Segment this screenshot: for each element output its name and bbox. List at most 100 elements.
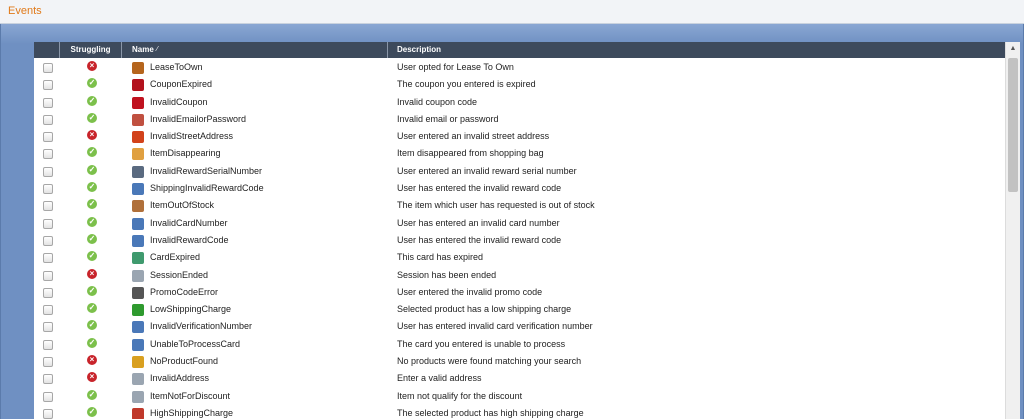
table-row[interactable]: ✓ CardExpired This card has expired	[34, 249, 1005, 266]
check-circle-icon: ✓	[87, 406, 97, 417]
table-row[interactable]: × LeaseToOwn User opted for Lease To Own	[34, 59, 1005, 76]
event-name[interactable]: LowShippingCharge	[150, 304, 231, 314]
check-circle-icon: ✓	[87, 233, 97, 244]
row-checkbox[interactable]	[43, 253, 53, 264]
table-row[interactable]: ✓ UnableToProcessCard The card you entered…	[34, 336, 1005, 353]
table-row[interactable]: ✓ InvalidRewardCode User has entered the i…	[34, 232, 1005, 249]
event-description: User has entered the invalid reward code	[397, 183, 562, 194]
row-checkbox[interactable]	[43, 63, 53, 73]
event-description: User has entered an invalid card number	[397, 217, 560, 228]
table-row[interactable]: × SessionEnded Session has been ended	[34, 267, 1005, 284]
grid-box-icon	[132, 148, 144, 161]
error-circle-icon: ×	[87, 268, 97, 279]
row-checkbox[interactable]	[43, 374, 53, 385]
event-description: The selected product has high shipping c…	[397, 407, 584, 418]
row-checkbox[interactable]	[43, 287, 53, 298]
event-name[interactable]: InvalidCardNumber	[150, 218, 228, 228]
name-column-header[interactable]: Name ⁄	[122, 42, 388, 58]
table-row[interactable]: ✓ ItemDisappearing Item disappeared from s…	[34, 145, 1005, 162]
row-checkbox[interactable]	[43, 149, 53, 160]
reward-error-icon	[132, 234, 144, 247]
events-grid: Struggling Name ⁄ Description × LeaseToOwn…	[34, 42, 1020, 419]
event-name[interactable]: SessionEnded	[150, 270, 208, 280]
row-checkbox[interactable]	[43, 391, 53, 402]
check-circle-icon: ✓	[87, 216, 97, 227]
event-name[interactable]: InvalidRewardSerialNumber	[150, 166, 262, 176]
event-name[interactable]: UnableToProcessCard	[150, 339, 240, 349]
event-name[interactable]: ItemOutOfStock	[150, 200, 214, 210]
row-checkbox[interactable]	[43, 132, 53, 143]
table-row[interactable]: ✓ CouponExpired The coupon you entered is …	[34, 76, 1005, 93]
event-name[interactable]: InvalidVerificationNumber	[150, 321, 252, 331]
event-description: User opted for Lease To Own	[397, 62, 514, 72]
table-row[interactable]: ✓ ShippingInvalidRewardCode User has enter…	[34, 180, 1005, 197]
event-name[interactable]: InvalidAddress	[150, 373, 209, 383]
price-tag-icon	[132, 79, 144, 92]
event-name[interactable]: InvalidStreetAddress	[150, 131, 233, 141]
airplane-icon	[132, 131, 144, 144]
row-checkbox[interactable]	[43, 305, 53, 316]
check-circle-icon: ✓	[87, 112, 97, 123]
row-checkbox[interactable]	[43, 114, 53, 125]
error-circle-icon: ×	[87, 130, 97, 141]
row-checkbox[interactable]	[43, 201, 53, 212]
row-checkbox[interactable]	[43, 357, 53, 368]
row-checkbox[interactable]	[43, 218, 53, 229]
check-circle-icon: ✓	[87, 164, 97, 175]
event-description: The item which user has requested is out…	[397, 200, 595, 211]
row-checkbox[interactable]	[43, 166, 53, 177]
sort-icon[interactable]: ⁄	[157, 46, 158, 53]
row-checkbox[interactable]	[43, 270, 53, 281]
struggling-column-header[interactable]: Struggling	[60, 42, 122, 58]
scroll-up-arrow-icon[interactable]: ▲	[1006, 42, 1020, 56]
row-checkbox[interactable]	[43, 408, 53, 419]
row-checkbox[interactable]	[43, 80, 53, 91]
event-name[interactable]: CouponExpired	[150, 79, 212, 89]
event-name[interactable]: HighShippingCharge	[150, 408, 233, 418]
event-name[interactable]: PromoCodeError	[150, 287, 218, 297]
event-name[interactable]: ShippingInvalidRewardCode	[150, 183, 264, 193]
table-row[interactable]: ✓ LowShippingCharge Selected product has a…	[34, 301, 1005, 318]
table-row[interactable]: ✓ InvalidVerificationNumber User has enter…	[34, 318, 1005, 335]
event-name[interactable]: ItemNotForDiscount	[150, 391, 230, 401]
event-name[interactable]: ItemDisappearing	[150, 148, 221, 158]
name-header-label: Name	[132, 45, 154, 54]
vertical-scrollbar[interactable]: ▲	[1005, 42, 1020, 419]
table-row[interactable]: ✓ InvalidRewardSerialNumber User entered a…	[34, 163, 1005, 180]
row-checkbox[interactable]	[43, 184, 53, 195]
table-row[interactable]: ✓ HighShippingCharge The selected product …	[34, 405, 1005, 419]
table-row[interactable]: ✓ InvalidCardNumber User has entered an in…	[34, 215, 1005, 232]
row-checkbox[interactable]	[43, 339, 53, 350]
table-row[interactable]: ✓ InvalidCoupon Invalid coupon code	[34, 94, 1005, 111]
error-circle-icon: ×	[87, 355, 97, 366]
check-circle-icon: ✓	[87, 303, 97, 314]
event-description: User entered an invalid street address	[397, 131, 550, 142]
event-name[interactable]: LeaseToOwn	[150, 62, 203, 72]
table-row[interactable]: ✓ ItemNotForDiscount Item not qualify for …	[34, 388, 1005, 405]
table-row[interactable]: × NoProductFound No products were found ma…	[34, 353, 1005, 370]
row-checkbox[interactable]	[43, 235, 53, 246]
event-description: User has entered invalid card verificati…	[397, 321, 593, 332]
table-row[interactable]: × InvalidStreetAddress User entered an inv…	[34, 128, 1005, 145]
event-description: Session has been ended	[397, 269, 497, 280]
row-checkbox[interactable]	[43, 97, 53, 108]
price-tag-icon	[132, 96, 144, 109]
event-name[interactable]: InvalidRewardCode	[150, 235, 229, 245]
check-circle-icon: ✓	[87, 182, 97, 193]
row-checkbox[interactable]	[43, 322, 53, 333]
table-row[interactable]: ✓ InvalidEmailorPassword Invalid email or …	[34, 111, 1005, 128]
event-name[interactable]: InvalidEmailorPassword	[150, 114, 246, 124]
event-description: User entered the invalid promo code	[397, 286, 543, 297]
event-name[interactable]: CardExpired	[150, 252, 200, 262]
event-name[interactable]: InvalidCoupon	[150, 97, 208, 107]
table-row[interactable]: ✓ ItemOutOfStock The item which user has r…	[34, 197, 1005, 214]
event-description: User entered an invalid reward serial nu…	[397, 165, 577, 176]
description-column-header[interactable]: Description	[388, 42, 1005, 58]
card-error-icon	[132, 321, 144, 334]
event-name[interactable]: NoProductFound	[150, 356, 218, 366]
table-row[interactable]: ✓ PromoCodeError User entered the invalid …	[34, 284, 1005, 301]
scrollbar-thumb[interactable]	[1008, 58, 1018, 192]
content-area: Struggling Name ⁄ Description × LeaseToOwn…	[0, 24, 1024, 419]
receipt-icon	[132, 62, 144, 74]
table-row[interactable]: × InvalidAddress Enter a valid address	[34, 370, 1005, 387]
